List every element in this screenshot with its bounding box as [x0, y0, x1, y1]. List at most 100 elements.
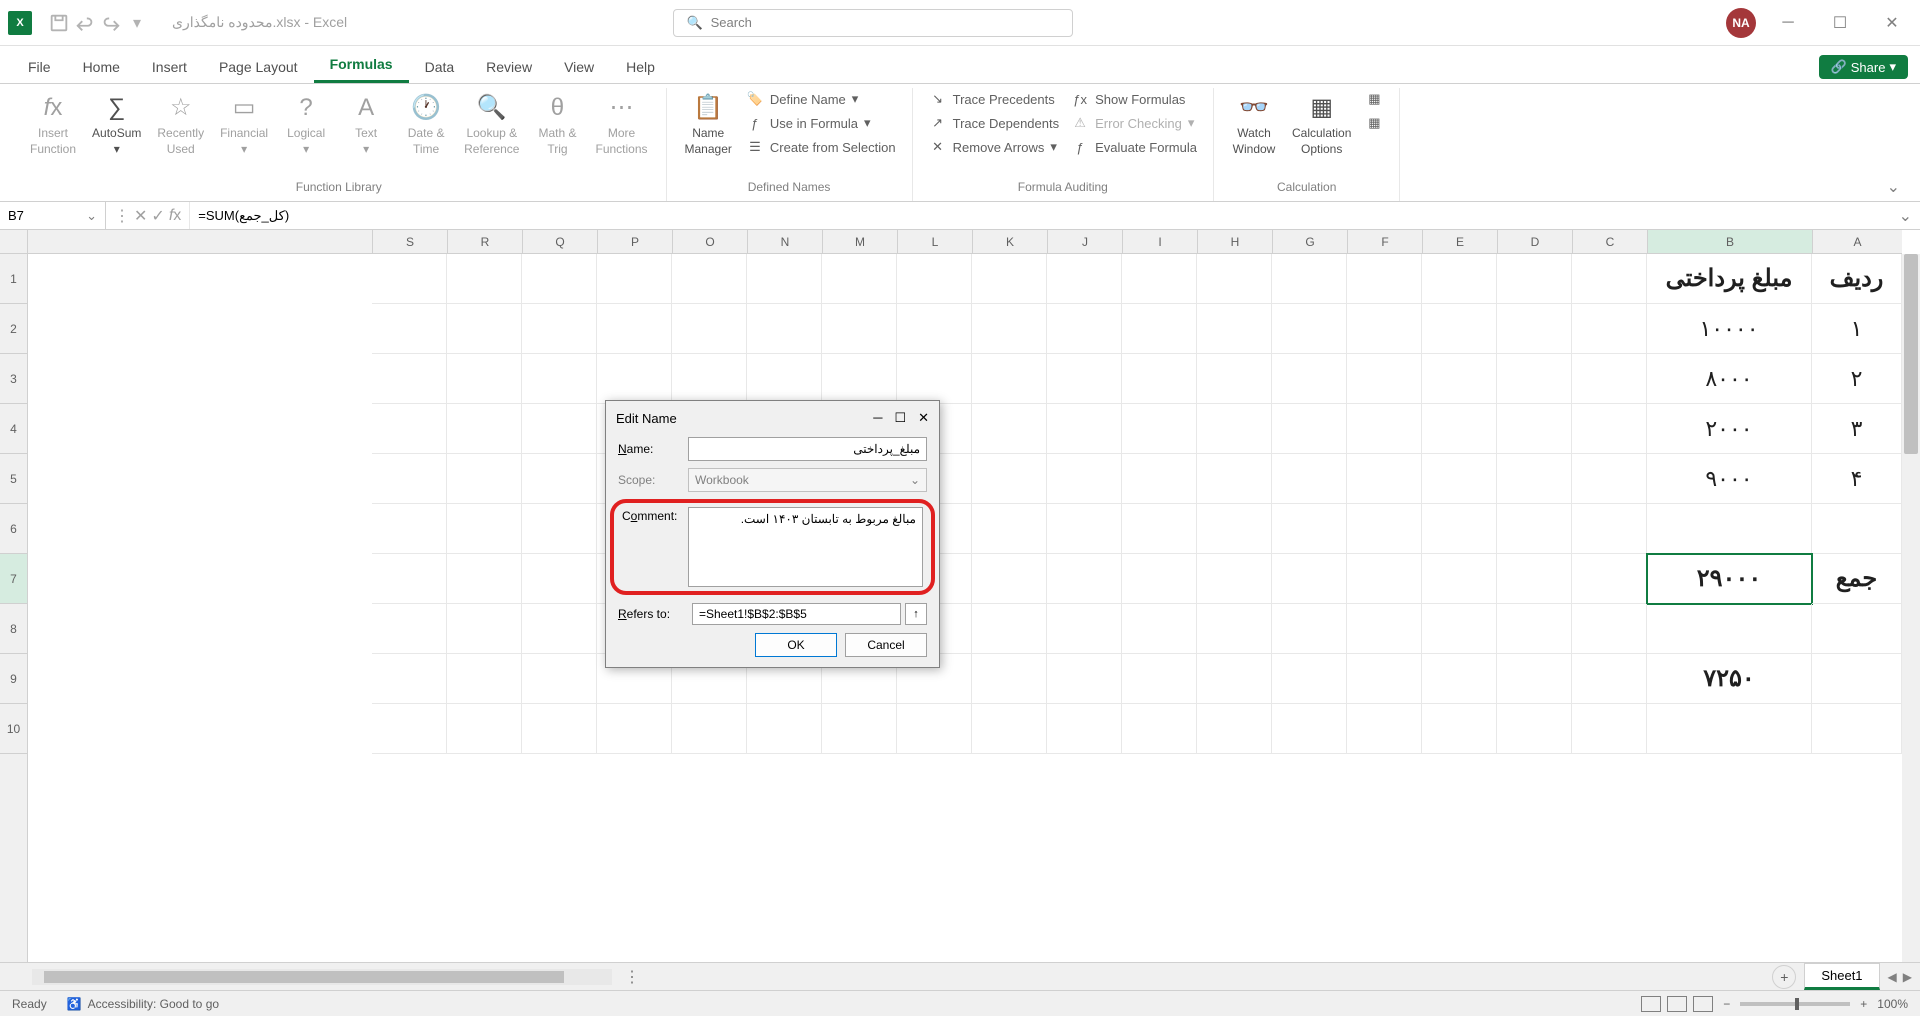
cell[interactable]	[1347, 254, 1422, 304]
cell-a8[interactable]	[1812, 604, 1902, 654]
cell[interactable]	[1347, 354, 1422, 404]
page-break-view-icon[interactable]	[1693, 996, 1713, 1012]
cell-b9[interactable]: ۷۲۵۰	[1647, 654, 1812, 704]
cell[interactable]	[897, 254, 972, 304]
sheet-tab-sheet1[interactable]: Sheet1	[1804, 963, 1879, 990]
cell[interactable]	[1197, 654, 1272, 704]
cell[interactable]	[972, 404, 1047, 454]
cell[interactable]	[522, 554, 597, 604]
col-header-r[interactable]: R	[447, 230, 522, 253]
evaluate-formula-button[interactable]: ƒEvaluate Formula	[1067, 136, 1201, 158]
cell[interactable]	[372, 604, 447, 654]
maximize-icon[interactable]: ☐	[1820, 8, 1860, 38]
cell[interactable]	[1047, 354, 1122, 404]
cell[interactable]	[1047, 604, 1122, 654]
page-layout-view-icon[interactable]	[1667, 996, 1687, 1012]
col-header-k[interactable]: K	[972, 230, 1047, 253]
vertical-scrollbar[interactable]	[1902, 254, 1920, 962]
cell[interactable]	[1197, 354, 1272, 404]
cell[interactable]	[372, 304, 447, 354]
col-header-p[interactable]: P	[597, 230, 672, 253]
cell-b8[interactable]	[1647, 604, 1812, 654]
cell[interactable]	[1497, 454, 1572, 504]
cell[interactable]	[1497, 504, 1572, 554]
cell[interactable]	[1047, 304, 1122, 354]
cell-a6[interactable]	[1812, 504, 1902, 554]
cell[interactable]	[1572, 454, 1647, 504]
col-header-o[interactable]: O	[672, 230, 747, 253]
cell[interactable]	[522, 654, 597, 704]
cell[interactable]	[522, 404, 597, 454]
undo-icon[interactable]	[74, 12, 96, 34]
zoom-level[interactable]: 100%	[1877, 997, 1908, 1011]
cell[interactable]	[1347, 404, 1422, 454]
horizontal-scrollbar[interactable]	[32, 969, 612, 985]
close-icon[interactable]: ✕	[1872, 8, 1912, 38]
show-formulas-button[interactable]: ƒxShow Formulas	[1067, 88, 1201, 110]
cell[interactable]	[1572, 654, 1647, 704]
col-header-l[interactable]: L	[897, 230, 972, 253]
cancel-formula-icon[interactable]: ✕	[134, 206, 147, 226]
add-sheet-button[interactable]: +	[1772, 965, 1796, 989]
cell[interactable]	[1497, 404, 1572, 454]
ok-button[interactable]: OK	[755, 633, 837, 657]
cell[interactable]	[447, 554, 522, 604]
watch-window-button[interactable]: 👓Watch Window	[1226, 88, 1282, 161]
cell[interactable]	[1272, 704, 1347, 754]
cell-a7[interactable]: جمع	[1812, 554, 1902, 604]
trace-dependents-button[interactable]: ↗Trace Dependents	[925, 112, 1063, 134]
cell[interactable]	[1422, 304, 1497, 354]
accessibility-status[interactable]: ♿ Accessibility: Good to go	[67, 997, 219, 1011]
cell[interactable]	[1272, 404, 1347, 454]
cell[interactable]	[522, 254, 597, 304]
cell[interactable]	[1347, 504, 1422, 554]
zoom-out-button[interactable]: −	[1723, 997, 1730, 1011]
formula-input[interactable]: =SUM(کل_جمع)	[190, 208, 1890, 224]
cell[interactable]	[1047, 254, 1122, 304]
cell[interactable]	[597, 254, 672, 304]
cell[interactable]	[1497, 554, 1572, 604]
cell[interactable]	[1347, 554, 1422, 604]
cell[interactable]	[447, 604, 522, 654]
minimize-dialog-icon[interactable]: ─	[873, 410, 882, 426]
cell[interactable]	[597, 304, 672, 354]
cell[interactable]	[972, 304, 1047, 354]
cell[interactable]	[1047, 654, 1122, 704]
more-functions-button[interactable]: ⋯More Functions	[589, 88, 653, 161]
share-button[interactable]: 🔗 Share ▾	[1819, 55, 1908, 79]
col-header-e[interactable]: E	[1422, 230, 1497, 253]
name-input[interactable]	[688, 437, 927, 461]
comment-textarea[interactable]	[688, 507, 923, 587]
cell[interactable]	[1497, 254, 1572, 304]
cell[interactable]	[897, 704, 972, 754]
cell[interactable]	[522, 704, 597, 754]
trace-precedents-button[interactable]: ↘Trace Precedents	[925, 88, 1063, 110]
cell[interactable]	[1122, 304, 1197, 354]
cell[interactable]	[1497, 304, 1572, 354]
col-header-a[interactable]: A	[1812, 230, 1902, 253]
cell[interactable]	[597, 704, 672, 754]
cell[interactable]	[522, 354, 597, 404]
cell[interactable]	[522, 454, 597, 504]
cell[interactable]	[672, 704, 747, 754]
cell-a2[interactable]: ۱	[1812, 304, 1902, 354]
cell[interactable]	[1122, 354, 1197, 404]
col-header-q[interactable]: Q	[522, 230, 597, 253]
cell[interactable]	[1272, 304, 1347, 354]
tab-page-layout[interactable]: Page Layout	[203, 51, 314, 83]
cell[interactable]	[1497, 354, 1572, 404]
math-button[interactable]: θMath & Trig	[529, 88, 585, 161]
cell[interactable]	[1122, 654, 1197, 704]
cell[interactable]	[1422, 454, 1497, 504]
cell[interactable]	[1122, 504, 1197, 554]
range-picker-button[interactable]: ↑	[905, 603, 927, 625]
cell[interactable]	[1272, 504, 1347, 554]
row-header-5[interactable]: 5	[0, 454, 27, 504]
cell[interactable]	[1272, 654, 1347, 704]
cell[interactable]	[1197, 254, 1272, 304]
cell-b10[interactable]	[1647, 704, 1812, 754]
cell[interactable]	[822, 254, 897, 304]
cell[interactable]	[1422, 254, 1497, 304]
cell[interactable]	[972, 654, 1047, 704]
minimize-icon[interactable]: ─	[1768, 8, 1808, 38]
